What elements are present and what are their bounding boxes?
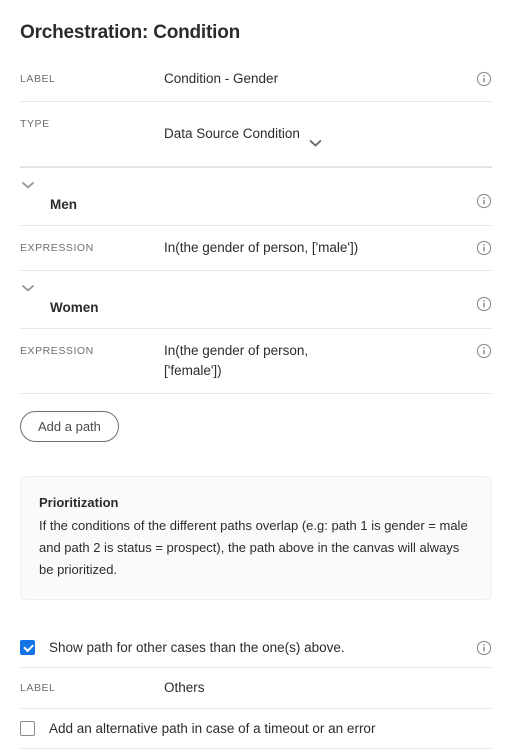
field-rows: LABEL Condition - Gender TYPE Data Sourc… bbox=[0, 57, 512, 394]
info-circle-icon[interactable] bbox=[476, 240, 492, 256]
path-group-header-men[interactable]: Men bbox=[20, 168, 492, 226]
field-key-expression: EXPRESSION bbox=[20, 242, 94, 254]
prioritization-body: If the conditions of the different paths… bbox=[39, 518, 468, 577]
orchestration-condition-panel: Orchestration: Condition LABEL Condition… bbox=[0, 0, 512, 749]
field-value-others-label[interactable]: Others bbox=[164, 668, 492, 708]
field-key-expression: EXPRESSION bbox=[20, 345, 94, 357]
field-row-expression-men: EXPRESSION In(the gender of person, ['ma… bbox=[20, 226, 492, 271]
path-name: Men bbox=[50, 197, 77, 212]
info-circle-icon[interactable] bbox=[476, 193, 492, 209]
option-row-alternative-path: Add an alternative path in case of a tim… bbox=[20, 709, 492, 749]
prioritization-callout: Prioritization If the conditions of the … bbox=[20, 476, 492, 600]
add-path-container: Add a path bbox=[0, 394, 512, 442]
info-circle-icon[interactable] bbox=[476, 343, 492, 359]
field-key-type: TYPE bbox=[20, 118, 50, 130]
add-path-button[interactable]: Add a path bbox=[20, 411, 119, 442]
info-circle-icon[interactable] bbox=[476, 640, 492, 656]
field-row-label: LABEL Condition - Gender bbox=[20, 57, 492, 102]
info-circle-icon[interactable] bbox=[476, 296, 492, 312]
chevron-down-icon[interactable] bbox=[21, 280, 35, 292]
chevron-down-icon[interactable] bbox=[21, 177, 35, 189]
field-row-expression-women: EXPRESSION In(the gender of person, ['fe… bbox=[20, 329, 492, 394]
field-row-others-label: LABEL Others bbox=[20, 668, 492, 709]
page-title: Orchestration: Condition bbox=[20, 22, 241, 43]
field-row-type: TYPE Data Source Condition bbox=[20, 102, 492, 168]
field-value-label[interactable]: Condition - Gender bbox=[164, 57, 492, 101]
path-group-header-women[interactable]: Women bbox=[20, 271, 492, 329]
field-key-label: LABEL bbox=[20, 73, 56, 85]
field-value-expression[interactable]: In(the gender of person, ['male']) bbox=[164, 226, 492, 270]
alternative-path-label: Add an alternative path in case of a tim… bbox=[49, 721, 376, 736]
prioritization-container: Prioritization If the conditions of the … bbox=[0, 442, 512, 600]
show-other-path-checkbox[interactable] bbox=[20, 640, 35, 655]
options-rows: Show path for other cases than the one(s… bbox=[0, 628, 512, 749]
option-row-show-other-path: Show path for other cases than the one(s… bbox=[20, 628, 492, 668]
show-other-path-label: Show path for other cases than the one(s… bbox=[49, 640, 345, 655]
path-name: Women bbox=[50, 300, 99, 315]
type-dropdown[interactable]: Data Source Condition bbox=[164, 102, 492, 166]
alternative-path-checkbox[interactable] bbox=[20, 721, 35, 736]
field-value-expression[interactable]: In(the gender of person, ['female']) bbox=[164, 329, 492, 393]
field-value-type: Data Source Condition bbox=[164, 126, 300, 141]
prioritization-title: Prioritization bbox=[39, 495, 119, 510]
field-key-others-label: LABEL bbox=[20, 682, 56, 694]
info-circle-icon[interactable] bbox=[476, 71, 492, 87]
chevron-down-icon[interactable] bbox=[309, 114, 322, 154]
